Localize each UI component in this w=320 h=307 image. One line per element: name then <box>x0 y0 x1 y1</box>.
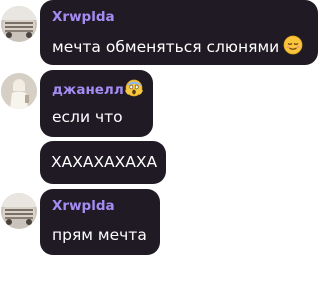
message-text: прям мечта <box>52 226 147 244</box>
message-text: мечта обменяться слюнями <box>52 38 280 56</box>
author-name-row: джанелл <box>52 79 143 101</box>
message-bubble[interactable]: ХАХАХАХАХА <box>40 141 166 184</box>
relieved-face-emoji-icon <box>283 35 303 59</box>
author-name[interactable]: Xrwplda <box>52 198 115 214</box>
message-bubble[interactable]: Xrwplda прям мечта <box>40 189 160 255</box>
message-text: если что <box>52 108 123 126</box>
person-photo-avatar-icon <box>1 73 37 109</box>
scream-face-emoji-icon <box>124 79 143 101</box>
car-photo-avatar-icon <box>1 6 37 42</box>
message-text-row: мечта обменяться слюнями <box>52 35 303 59</box>
author-name[interactable]: джанелл <box>52 82 124 98</box>
message-text: ХАХАХАХАХА <box>51 153 158 171</box>
author-name[interactable]: Xrwplda <box>52 9 115 25</box>
avatar-xrwplda[interactable] <box>1 193 37 229</box>
car-photo-avatar-icon <box>1 193 37 229</box>
message-bubble[interactable]: Xrwplda мечта обменяться слюнями <box>40 0 318 65</box>
avatar-xrwplda[interactable] <box>1 6 37 42</box>
avatar-dzhanell[interactable] <box>1 73 37 109</box>
message-bubble[interactable]: джанелл если что <box>40 70 153 137</box>
